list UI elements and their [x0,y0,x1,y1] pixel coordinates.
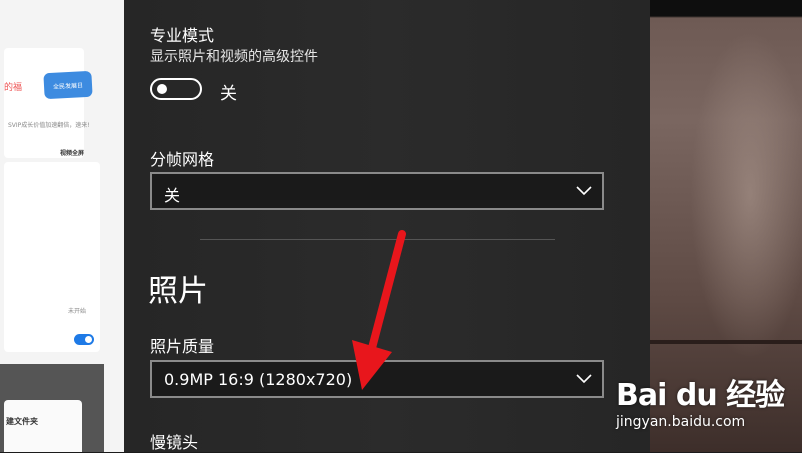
pro-mode-toggle-state: 关 [220,84,237,104]
photo-quality-value: 0.9MP 16:9 (1280x720) [164,370,353,389]
chevron-down-icon [576,374,592,384]
background-toggle [74,334,94,345]
background-text: 视频全屏 [60,150,85,157]
watermark-url: jingyan.baidu.com [616,414,746,430]
preview-shelf [650,340,802,344]
photo-quality-title: 照片质量 [150,337,215,356]
background-text: 建文件夹 [6,417,38,426]
toggle-knob [157,84,167,94]
background-text: SVIP成长价值加速翻倍，速来! [8,122,90,129]
pro-mode-toggle[interactable] [150,78,202,100]
background-text: 未开始 [68,308,87,315]
background-text: 的福 [4,83,23,93]
background-card [4,162,100,352]
framing-grid-title: 分帧网格 [150,150,215,169]
slow-motion-title: 慢镜头 [150,433,199,452]
photo-section-heading: 照片 [148,274,208,309]
annotation-arrow [352,230,406,390]
background-badge: 全民发展日 [43,70,93,100]
background-app: 的福 全民发展日 SVIP成长价值加速翻倍，速来! 视频全屏 未开始 建文件夹 [0,0,124,452]
framing-grid-value: 关 [164,186,181,205]
chevron-down-icon [576,186,592,196]
preview-light [690,30,802,360]
background-card [4,48,84,158]
pro-mode-description: 显示照片和视频的高级控件 [150,49,318,65]
framing-grid-select[interactable]: 关 [150,172,604,210]
pro-mode-title: 专业模式 [150,26,215,45]
watermark-logo: Bai du 经验 [616,378,785,413]
